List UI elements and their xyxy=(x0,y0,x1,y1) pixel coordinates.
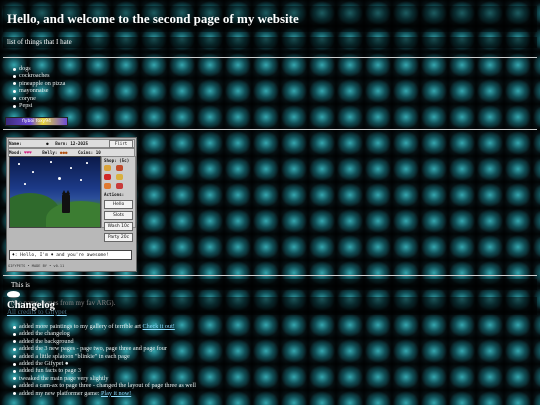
gifypet-widget: Name: ● Born: 12-2025 Flirt Mood: ♥♥♥ Be… xyxy=(6,137,137,272)
changelog-heading-bar: Changelog xyxy=(3,297,537,315)
list-item: tweaked the main page very slightly xyxy=(13,374,196,382)
list-item: added a little splatoon "blinkie" in eac… xyxy=(13,352,196,360)
divider xyxy=(3,129,537,130)
hate-heading: list of things that I hate xyxy=(7,38,72,46)
changelog-text: added the Gifypet ● xyxy=(19,360,69,368)
gifypet-info-row: Name: ● Born: 12-2025 Flirt xyxy=(8,139,135,148)
list-item: added the Gifypet ● xyxy=(13,360,196,368)
cake-icon[interactable] xyxy=(115,165,123,171)
changelog-text: added more paintings to my gallery of te… xyxy=(19,323,141,330)
star-icon xyxy=(80,179,82,181)
hate-list: dogs cockroaches pineapple on pizza mayo… xyxy=(0,65,65,109)
born-label: Born: xyxy=(55,141,68,146)
divider xyxy=(3,275,537,276)
apple-icon[interactable] xyxy=(115,183,123,189)
list-item: Pepsi xyxy=(12,102,65,109)
list-item: added a cam-ax to page three - changed t… xyxy=(13,382,196,390)
hello-button[interactable]: Hello xyxy=(104,200,133,209)
belly-meter-icon: ●●● xyxy=(59,150,68,155)
list-item: cockroaches xyxy=(12,72,65,79)
list-item: pineapple on pizza xyxy=(12,79,66,87)
list-item: added my new platformer game: Play it no… xyxy=(13,389,196,397)
gallery-link[interactable]: Check it out! xyxy=(143,323,175,330)
list-item: coryne xyxy=(12,95,65,102)
changelog-text: added the 3 new pages - page two, page t… xyxy=(19,345,167,353)
candy-icon[interactable] xyxy=(104,183,111,189)
gifypet-footer: GIFYPETS • MADE BY • v0.11 xyxy=(8,264,65,268)
page-title: Hello, and welcome to the second page of… xyxy=(7,11,299,26)
name-label: Name: xyxy=(9,141,22,146)
gifypet-side-panel: Shop: (5c) Actions: Hello Slots Wash 10c… xyxy=(101,156,136,242)
gifypet-caption-bar: This is (the name comes from my fav ARG)… xyxy=(3,279,537,316)
born-value: 12-2025 xyxy=(70,141,88,146)
list-item: added the background xyxy=(13,337,196,345)
star-icon xyxy=(50,161,52,163)
changelog-text: added a little splatoon "blinkie" in eac… xyxy=(19,352,130,360)
actions-label: Actions: xyxy=(104,192,125,197)
list-item: mayonnaise xyxy=(12,87,65,94)
belly-label: Belly: xyxy=(42,150,58,155)
hate-heading-bar: list of things that I hate xyxy=(3,37,537,48)
shop-label: Shop: (5c) xyxy=(104,158,130,163)
caption-prefix: This is xyxy=(11,281,30,289)
changelog-text: tweaked the main page very slightly xyxy=(19,374,109,382)
party-button[interactable]: Party 20c xyxy=(104,233,133,242)
splatoon-blinkie: flyboi foxy94 xyxy=(5,117,68,126)
moon-icon: ● xyxy=(46,141,49,146)
list-item: added the changelog xyxy=(13,330,196,338)
changelog-heading: Changelog xyxy=(7,300,55,311)
mood-label: Mood: xyxy=(9,150,22,155)
changelog-text: added the background xyxy=(19,337,74,345)
soda-icon[interactable] xyxy=(104,174,111,180)
star-icon xyxy=(32,171,34,173)
changelog-text: added fun facts to page 3 xyxy=(19,367,82,375)
list-item: added the 3 new pages - page two, page t… xyxy=(13,345,196,353)
flirt-button[interactable]: Flirt xyxy=(109,140,133,148)
star-icon xyxy=(18,163,20,165)
fries-icon[interactable] xyxy=(115,174,123,180)
coins-label: Coins: xyxy=(78,150,94,155)
changelog-text: added a cam-ax to page three - changed t… xyxy=(19,382,196,390)
star-icon xyxy=(86,162,88,164)
changelog-text: added the changelog xyxy=(19,330,70,338)
gifypet-scene[interactable] xyxy=(9,156,101,228)
list-item: added more paintings to my gallery of te… xyxy=(13,323,196,330)
list-item: dogs xyxy=(12,65,65,72)
star-icon xyxy=(70,167,72,169)
gifypet-speech: ♦: Hello, I'm ♦ and you're awesome! xyxy=(9,250,132,260)
coins-value: 10 xyxy=(95,150,101,155)
changelog-text: added my new platformer game: xyxy=(19,389,100,397)
divider xyxy=(3,57,537,58)
blinkie-text: flyboi foxy94 xyxy=(21,119,52,124)
mood-hearts-icon: ♥♥♥ xyxy=(24,150,32,155)
pet-cat[interactable] xyxy=(62,190,70,213)
star-icon xyxy=(24,183,26,185)
wash-button[interactable]: Wash 10c xyxy=(104,222,133,231)
page-title-bar: Hello, and welcome to the second page of… xyxy=(3,6,537,32)
star-icon xyxy=(58,177,61,180)
list-item: added fun facts to page 3 xyxy=(13,367,196,375)
game-link[interactable]: Play it now! xyxy=(101,390,131,397)
burger-icon[interactable] xyxy=(104,165,111,171)
slots-button[interactable]: Slots xyxy=(104,211,133,220)
changelog-list: added more paintings to my gallery of te… xyxy=(0,323,196,397)
